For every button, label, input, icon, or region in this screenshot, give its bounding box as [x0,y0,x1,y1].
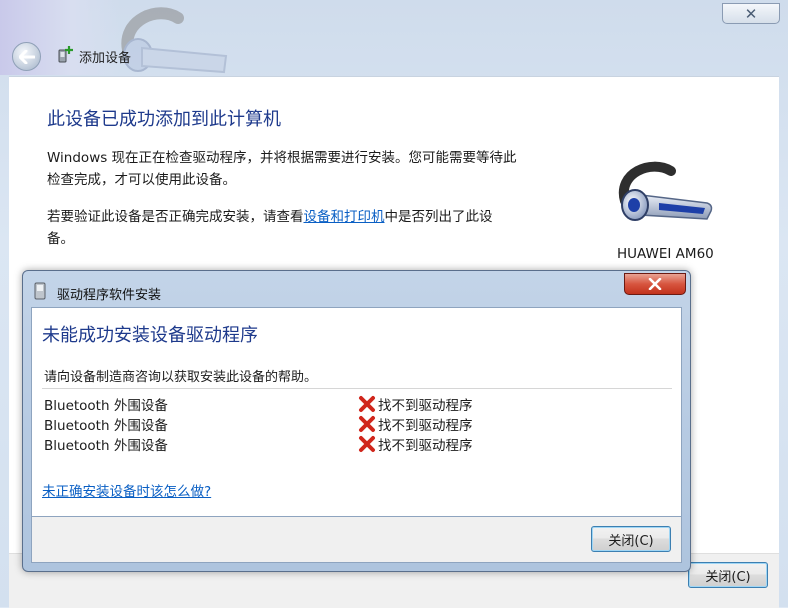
headset-watermark-icon [121,7,228,74]
dialog-subtext: 请向设备制造商咨询以获取安装此设备的帮助。 [44,370,318,385]
list-item: Bluetooth 外围设备 找不到驱动程序 [44,414,664,434]
device-label: Bluetooth 外围设备 [44,438,168,454]
status-text: 找不到驱动程序 [378,398,473,414]
close-icon: ✕ [744,4,758,23]
status-text: Windows 现在正在检查驱动程序，并将根据需要进行安装。您可能需要等待此检查… [47,150,517,188]
divider [42,388,672,389]
error-x-icon [359,396,375,412]
status: 找不到驱动程序 [358,434,473,454]
list-item: Bluetooth 外围设备 找不到驱动程序 [44,434,664,454]
page-title: 此设备已成功添加到此计算机 [47,109,281,130]
help-link[interactable]: 未正确安装设备时该怎么做? [42,480,211,500]
window-title: 添加设备 [79,51,132,66]
dialog-footer: 关闭(C) [31,517,682,563]
devices-and-printers-link[interactable]: 设备和打印机 [304,209,385,225]
driver-install-dialog: 驱动程序软件安装 未能成功安装设备驱动程序 请向设备制造商咨询以获取安装此设备的… [22,270,691,572]
dialog-close-button[interactable]: 关闭(C) [591,526,671,552]
status: 找不到驱动程序 [358,414,473,434]
error-x-icon [359,416,375,432]
device-label: Bluetooth 外围设备 [44,418,168,434]
close-icon [648,278,662,290]
device-name: HUAWEI AM60 [617,246,714,262]
error-x-icon [359,436,375,452]
status: 找不到驱动程序 [358,394,473,414]
device-label: Bluetooth 外围设备 [44,398,168,414]
verify-text: 若要验证此设备是否正确完成安装，请查看设备和打印机中是否列出了此设备。 [47,206,517,250]
dialog-close-x-button[interactable] [624,273,686,295]
dialog-heading: 未能成功安装设备驱动程序 [42,325,258,346]
back-arrow-icon [18,49,35,64]
headset-icon [618,161,713,221]
dialog-title: 驱动程序软件安装 [57,288,162,303]
status-text: 找不到驱动程序 [378,438,473,454]
close-button[interactable]: 关闭(C) [688,562,768,588]
list-item: Bluetooth 外围设备 找不到驱动程序 [44,394,664,414]
verify-text-before: 若要验证此设备是否正确完成安装，请查看 [47,209,304,225]
status-text: 找不到驱动程序 [378,418,473,434]
back-button[interactable] [12,42,41,71]
dialog-body: 未能成功安装设备驱动程序 请向设备制造商咨询以获取安装此设备的帮助。 Bluet… [31,307,682,517]
window-close-button[interactable]: ✕ [722,3,780,24]
add-device-icon [58,46,73,63]
device-icon [34,282,46,300]
